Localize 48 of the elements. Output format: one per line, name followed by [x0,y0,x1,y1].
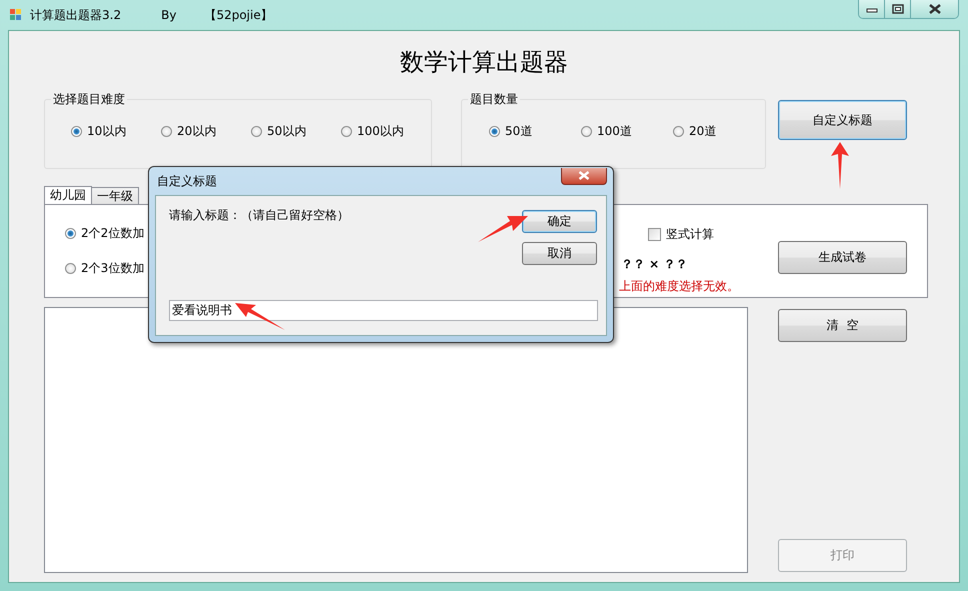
radio-label: 2个3位数加 [81,260,144,277]
multiply-label: ？？ × ？？ [621,256,688,273]
pointer-arrow [477,214,529,244]
generate-button[interactable]: 生成试卷 [778,241,907,274]
radio-button[interactable] [65,228,76,239]
radio-button[interactable] [673,126,684,136]
window-title: 计算题出题器3.2 [30,6,122,24]
prompt-label: 请输入标题：（请自己留好空格） [169,207,349,224]
app-heading: 数学计算出题器 [399,47,569,78]
pointer-arrow [234,302,286,332]
title-input-field[interactable]: 爱看说明书 [169,300,598,321]
close-button[interactable] [561,168,607,184]
radio-label: 100道 [597,122,632,140]
close-icon [578,171,590,180]
radio-label: 20以内 [177,122,216,140]
radio-button[interactable] [489,126,500,136]
warning-note: 上面的难度选择无效。 [619,278,739,295]
radio-button[interactable] [161,126,172,136]
close-icon [928,4,942,14]
radio-label: 2个2位数加 [81,225,144,242]
radio-label: 100以内 [357,122,404,140]
maximize-button[interactable] [885,0,911,18]
window-title-by: By [161,8,176,22]
ok-button[interactable]: 确定 [522,210,597,233]
minimize-button[interactable] [859,0,885,18]
group-title: 题目数量 [469,91,519,108]
dialog-title: 自定义标题 [156,172,217,190]
radio-button[interactable] [65,263,76,274]
group-title: 选择题目难度 [52,91,126,108]
tab[interactable]: 幼儿园 [44,186,92,204]
maximize-icon [892,4,904,14]
radio-button[interactable] [581,126,592,136]
custom-title-button[interactable]: 自定义标题 [778,100,907,140]
cancel-button[interactable]: 取消 [522,242,597,265]
app-icon [10,9,22,21]
radio-label: 50以内 [267,122,306,140]
clear-button[interactable]: 清 空 [778,309,907,342]
checkbox[interactable] [648,228,661,241]
radio-label: 50道 [505,122,532,140]
radio-button[interactable] [251,126,262,136]
radio-button[interactable] [341,126,352,136]
radio-label: 20道 [689,122,716,140]
window-title-author: 【52pojie】 [204,6,273,24]
close-button[interactable] [911,0,958,18]
checkbox-label: 竖式计算 [666,226,714,243]
radio-label: 10以内 [87,122,126,140]
tab[interactable]: 一年级 [91,187,139,204]
radio-button[interactable] [71,126,82,136]
